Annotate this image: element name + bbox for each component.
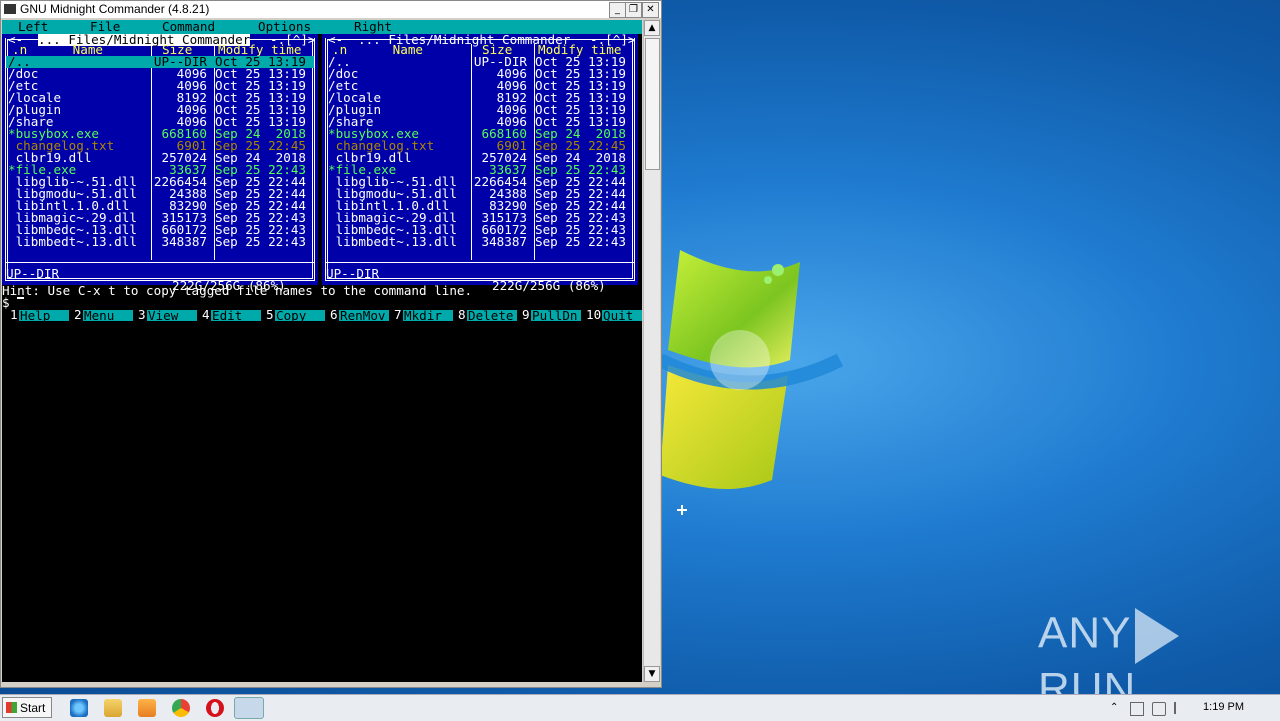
fkey-label: Menu: [83, 309, 133, 322]
fkey-number: 1: [10, 307, 18, 322]
minimize-button[interactable]: _: [609, 2, 626, 18]
console[interactable]: Left File Command Options Right ... File…: [2, 20, 642, 682]
close-button[interactable]: ✕: [642, 2, 659, 18]
show-hidden-icon[interactable]: ⌃: [1110, 702, 1122, 714]
mc-window: GNU Midnight Commander (4.8.21) _ ❐ ✕ Le…: [0, 0, 662, 688]
fkey-number: 6: [330, 307, 338, 322]
system-tray: ⌃ 1:19 PM: [1102, 695, 1280, 721]
volume-icon[interactable]: [1152, 702, 1166, 716]
fkey-number: 3: [138, 307, 146, 322]
left-panel[interactable]: ... Files/Midnight Commander <- -.[^]> .n …: [2, 33, 318, 292]
file-modified: Sep 25 22:43: [215, 234, 306, 249]
status-separator: [326, 262, 634, 263]
fkey-label: Mkdir: [403, 309, 453, 322]
chrome-icon[interactable]: [172, 699, 190, 717]
file-name: libmbedt~.13.dll: [8, 234, 137, 249]
file-row[interactable]: libmbedt~.13.dll 348387 Sep 25 22:43: [6, 234, 314, 249]
ie-icon[interactable]: [70, 699, 88, 717]
file-modified: Sep 25 22:43: [535, 234, 626, 249]
mc-task-icon[interactable]: [234, 697, 264, 719]
explorer-icon[interactable]: [104, 699, 122, 717]
fkey-label: Edit: [211, 309, 261, 322]
fkey-number: 4: [202, 307, 210, 322]
right-panel[interactable]: ... Files/Midnight Commander <- -.[^]> .n …: [322, 33, 638, 292]
windows-flag-icon: [6, 702, 17, 713]
fkey-label: PullDn: [531, 309, 581, 322]
action-center-icon[interactable]: [1174, 702, 1188, 714]
scroll-up-arrow[interactable]: ▲: [644, 20, 660, 36]
function-key-bar: 1 Help 2 Menu 3 View 4 Edit 5 Copy 6 RenMov 7 Mkdir 8 D…: [2, 307, 642, 322]
fkey-label: Quit: [602, 309, 642, 322]
file-row[interactable]: libmbedt~.13.dll 348387 Sep 25 22:43: [326, 234, 634, 249]
maximize-button[interactable]: ❐: [625, 2, 642, 18]
fkey-number: 10: [586, 307, 602, 322]
fkey-label: Help: [19, 309, 69, 322]
network-icon[interactable]: [1130, 702, 1144, 716]
mini-status: UP--DIR: [326, 266, 380, 281]
scroll-down-arrow[interactable]: ▼: [644, 666, 660, 682]
fkey-label: Delete: [467, 309, 517, 322]
hint-line: Hint: Use C-x t to copy tagged file name…: [2, 283, 473, 298]
fkey-number: 8: [458, 307, 466, 322]
disk-space: 222G/256G (86%): [492, 278, 606, 293]
scroll-thumb[interactable]: [645, 38, 660, 170]
file-size: 348387: [481, 234, 528, 249]
fkey-number: 9: [522, 307, 530, 322]
fkey-number: 5: [266, 307, 274, 322]
start-button[interactable]: Start: [2, 697, 52, 718]
file-name: libmbedt~.13.dll: [328, 234, 457, 249]
windows-logo: [660, 250, 844, 515]
fkey-number: 2: [74, 307, 82, 322]
anyrun-watermark: ANYRUN: [1038, 608, 1280, 694]
start-label: Start: [20, 701, 46, 715]
title-bar[interactable]: GNU Midnight Commander (4.8.21) _ ❐ ✕: [1, 1, 661, 18]
fkey-number: 7: [394, 307, 402, 322]
fkey-label: View: [147, 309, 197, 322]
fkey-label: RenMov: [339, 309, 389, 322]
media-player-icon[interactable]: [138, 699, 156, 717]
play-icon: [1135, 608, 1180, 664]
cursor: [17, 297, 25, 299]
fkey-label: Copy: [275, 309, 325, 322]
file-size: 348387: [161, 234, 208, 249]
vertical-scrollbar[interactable]: ▲ ▼: [643, 20, 660, 682]
console-icon: [4, 4, 16, 14]
mini-status: UP--DIR: [6, 266, 60, 281]
status-separator: [6, 262, 314, 263]
taskbar: Start ⌃ 1:19 PM: [0, 694, 1280, 721]
window-title: GNU Midnight Commander (4.8.21): [20, 2, 210, 16]
clock[interactable]: 1:19 PM: [1203, 701, 1244, 713]
opera-icon[interactable]: [206, 699, 224, 717]
